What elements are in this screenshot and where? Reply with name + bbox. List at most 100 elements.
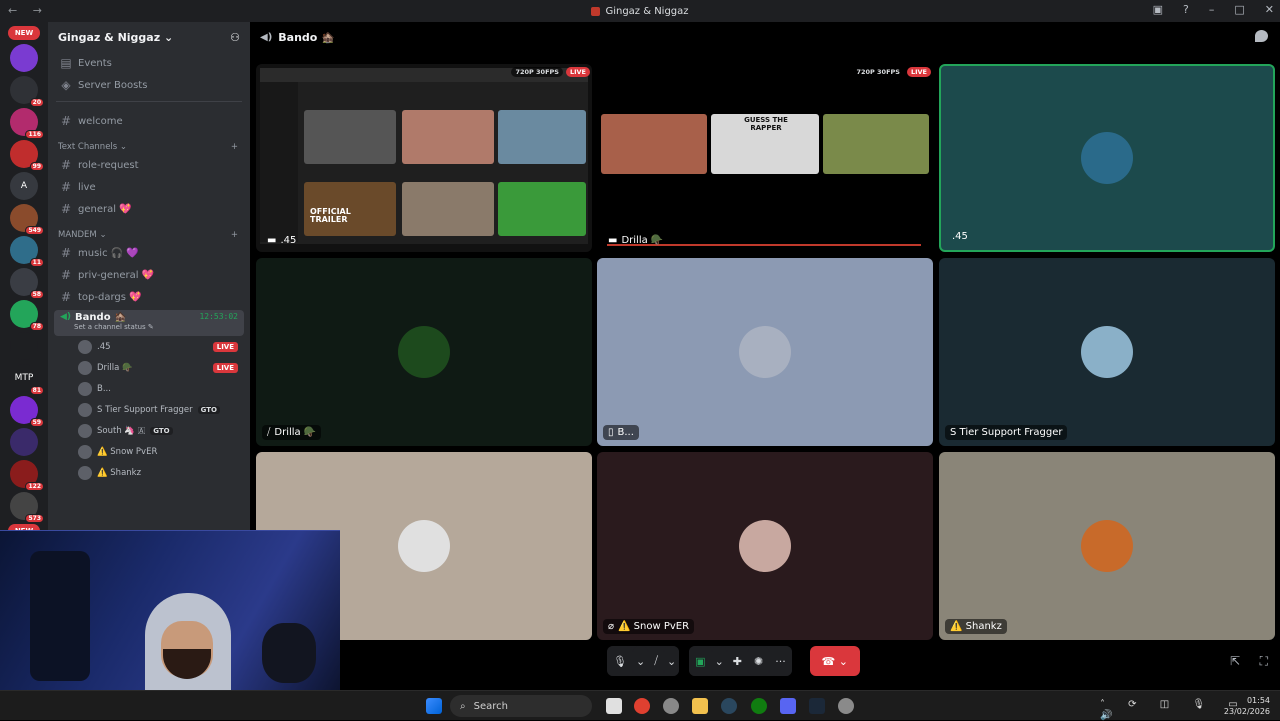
settings-icon[interactable] [838, 698, 854, 714]
server-icon[interactable]: 122 [10, 460, 44, 491]
stream-browser: OFFICIAL TRAILER [260, 68, 588, 244]
server-icon[interactable]: 549 [10, 204, 44, 235]
sidebar-item-events[interactable]: ▤ Events [48, 52, 250, 74]
windows-start-icon[interactable] [426, 698, 442, 714]
chat-icon[interactable] [1255, 30, 1268, 42]
chrome-icon[interactable] [634, 698, 650, 714]
file-explorer-icon[interactable] [692, 698, 708, 714]
participant-tile-shankz[interactable]: ⚠️ Shankz [939, 452, 1275, 640]
thumbnail [498, 110, 586, 164]
screen-share-button[interactable]: ▣ [689, 646, 712, 676]
server-icon[interactable]: 58 [10, 268, 44, 299]
hash-icon: # [60, 202, 72, 216]
microphone-button[interactable]: 🎙 [607, 646, 633, 676]
phone-icon: ▯ [608, 427, 614, 438]
participant-tile-drilla[interactable]: ⧸ Drilla 🪖 [256, 258, 592, 446]
task-view-icon[interactable] [606, 698, 622, 714]
channel-priv-general[interactable]: # priv-general 💖 [48, 264, 250, 286]
popout-icon[interactable]: ⇱ [1230, 654, 1240, 668]
avatar [78, 339, 92, 354]
server-icon[interactable] [10, 332, 38, 360]
stream-icon: ▬ [267, 235, 277, 246]
thumbnail: OFFICIAL TRAILER [304, 182, 396, 236]
channel-top-dargs[interactable]: # top-dargs 💖 [48, 286, 250, 308]
avatar [1081, 132, 1133, 184]
nav-arrows[interactable]: ← → [8, 4, 48, 17]
camera-button[interactable]: ⧸ [648, 646, 664, 676]
voice-user[interactable]: Drilla 🪖 LIVE [48, 357, 250, 378]
category-mandem[interactable]: MANDEM ⌄ + [48, 220, 250, 242]
steam-icon[interactable] [721, 698, 737, 714]
add-member-icon[interactable]: ⚇ [230, 31, 240, 44]
soundboard-button[interactable]: ✺ [748, 646, 770, 676]
voice-user[interactable]: ⚠️ Snow PvER [48, 441, 250, 462]
server-icon[interactable] [10, 428, 38, 456]
server-header[interactable]: Gingaz & Niggaz ⌄ ⚇ [48, 22, 250, 52]
server-icon[interactable]: 116 [10, 108, 44, 139]
activities-button[interactable]: ✚ [726, 646, 748, 676]
boost-icon: ◈ [61, 78, 71, 92]
discord-icon[interactable] [780, 698, 796, 714]
participant-tile-snow[interactable]: ⌀ ⚠️ Snow PvER [597, 452, 933, 640]
server-icon[interactable] [10, 44, 38, 72]
notification-badge: 59 [29, 418, 44, 427]
steam-icon-2[interactable] [809, 698, 825, 714]
mic-options-chevron-icon[interactable]: ⌄ [632, 646, 649, 676]
inbox-icon[interactable]: ▣ [1153, 3, 1163, 16]
notification-badge: 116 [25, 130, 44, 139]
server-initial: MTP [14, 373, 34, 383]
taskbar-search[interactable]: ⌕ Search [450, 695, 592, 717]
add-channel-icon[interactable]: + [231, 142, 238, 152]
add-channel-icon[interactable]: + [231, 230, 238, 240]
voice-user[interactable]: ⚠️ Shankz [48, 462, 250, 483]
channel-status[interactable]: Set a channel status ✎ [60, 323, 238, 331]
server-icon[interactable]: 78 [10, 300, 44, 331]
stream-tile-drilla[interactable]: GUESS THE RAPPER 720P 30FPS LIVE ▬ Drill… [597, 64, 933, 252]
sidebar-item-server-boosts[interactable]: ◈ Server Boosts [48, 74, 250, 96]
browser-icon[interactable] [663, 698, 679, 714]
fullscreen-icon[interactable]: ⛶ [1260, 654, 1268, 669]
share-options-chevron-icon[interactable]: ⌄ [711, 646, 727, 676]
stream-tile-45[interactable]: OFFICIAL TRAILER 720P 30FPS LIVE ▬ .45 [256, 64, 592, 252]
camera-options-chevron-icon[interactable]: ⌄ [663, 646, 680, 676]
channel-live[interactable]: # live [48, 176, 250, 198]
clock[interactable]: 01:54 23/02/2026 [1224, 695, 1270, 717]
server-icon[interactable]: 11 [10, 236, 44, 267]
maximize-button[interactable]: □ [1234, 3, 1244, 16]
voice-user[interactable]: South 🦄 🇦 GTO [48, 420, 250, 441]
disconnect-button[interactable]: ☎ ⌄ [809, 646, 860, 676]
hash-icon: # [60, 290, 72, 304]
help-icon[interactable]: ? [1183, 3, 1189, 16]
voice-stage: ◀) Bando 🏚️ OFFICIAL TRAILER 720P 30FPS … [250, 22, 1280, 690]
participant-tile-b[interactable]: ▯ B... [597, 258, 933, 446]
category-text-channels[interactable]: Text Channels ⌄ + [48, 132, 250, 154]
xbox-icon[interactable] [751, 698, 767, 714]
channel-role-request[interactable]: # role-request [48, 154, 250, 176]
hash-icon: # [60, 114, 72, 128]
tile-name: ⚠️ Shankz [945, 619, 1007, 634]
live-badge: LIVE [906, 67, 931, 77]
server-icon[interactable]: 99 [10, 140, 44, 171]
channel-general[interactable]: # general 💖 [48, 198, 250, 220]
server-tag: GTO [197, 405, 220, 414]
background-person [262, 623, 316, 683]
voice-user-name: ⚠️ Snow PvER [97, 446, 158, 457]
app-icon [591, 6, 601, 16]
minimize-button[interactable]: – [1209, 3, 1215, 16]
voice-user[interactable]: B... [48, 378, 250, 399]
voice-channel-bando[interactable]: ◀) Bando 🏚️ 12:53:02 Set a channel statu… [54, 310, 244, 336]
server-icon[interactable]: 20 [10, 76, 44, 107]
channel-welcome[interactable]: # welcome [48, 110, 250, 132]
participant-tile-45[interactable]: .45 [939, 64, 1275, 252]
server-icon[interactable]: 59 [10, 396, 44, 427]
channel-music[interactable]: # music 🎧 💜 [48, 242, 250, 264]
server-icon[interactable]: 573 [10, 492, 44, 523]
server-icon[interactable]: MTP 81 [10, 364, 44, 395]
voice-user[interactable]: .45 LIVE [48, 336, 250, 357]
close-button[interactable]: ✕ [1265, 3, 1274, 16]
voice-user[interactable]: S Tier Support Fragger GTO [48, 399, 250, 420]
more-options-button[interactable]: ··· [769, 646, 792, 676]
participant-tile-s-tier[interactable]: S Tier Support Fragger [939, 258, 1275, 446]
server-icon[interactable]: A [10, 172, 38, 200]
tile-name: ▯ B... [603, 425, 639, 440]
